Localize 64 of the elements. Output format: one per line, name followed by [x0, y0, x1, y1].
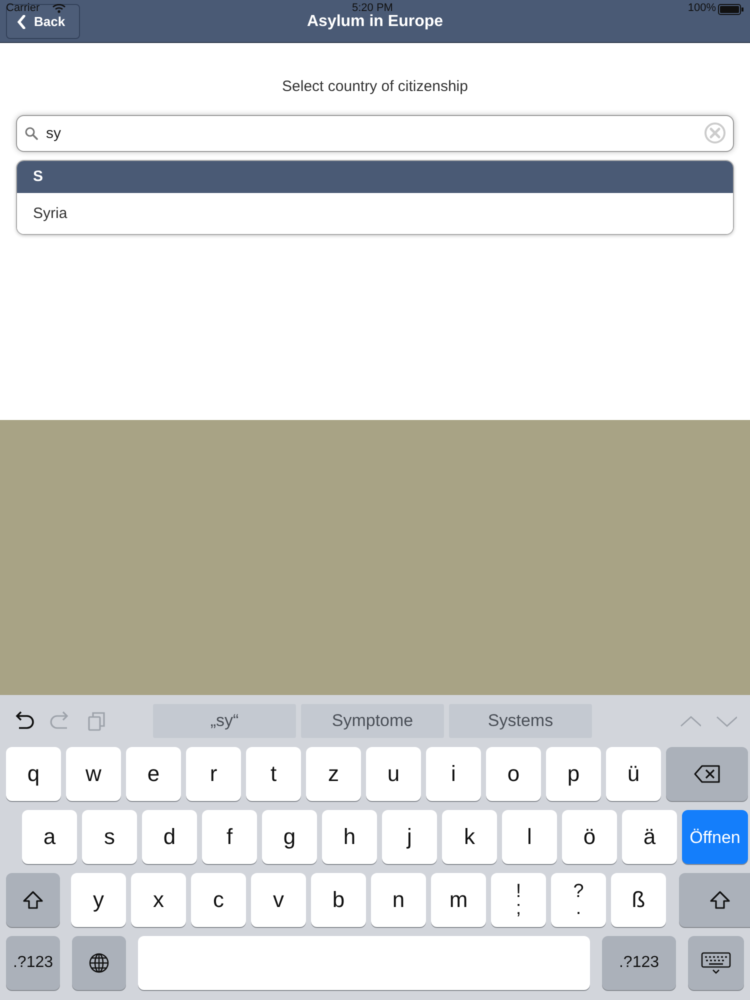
prompt-text: Select country of citizenship [281, 77, 469, 97]
letter-key[interactable]: u [366, 747, 421, 801]
search-field[interactable]: sy [16, 114, 734, 152]
key-label: ? [573, 882, 584, 900]
letter-key[interactable]: p [546, 747, 601, 801]
letter-key[interactable]: j [382, 810, 437, 864]
letter-key[interactable]: w [66, 747, 121, 801]
letter-key[interactable]: ö [562, 810, 617, 864]
letter-key[interactable]: d [142, 810, 197, 864]
letter-key[interactable]: ß [611, 873, 666, 927]
letter-key[interactable]: o [486, 747, 541, 801]
hide-keyboard-key[interactable] [688, 936, 744, 990]
letter-key[interactable]: i [426, 747, 481, 801]
list-item[interactable]: Syria [17, 192, 733, 234]
section-header: S [17, 160, 733, 192]
punctuation-key[interactable]: ! ; [491, 873, 546, 927]
letter-key[interactable]: f [202, 810, 257, 864]
letter-key[interactable]: g [262, 810, 317, 864]
shift-icon [709, 890, 731, 910]
suggestion-button[interactable]: „sy“ [153, 704, 296, 738]
letter-key[interactable]: y [71, 873, 126, 927]
letter-key[interactable]: x [131, 873, 186, 927]
letter-key[interactable]: m [431, 873, 486, 927]
letter-key[interactable]: v [251, 873, 306, 927]
back-chevron-icon [17, 14, 26, 28]
letter-key[interactable]: ä [622, 810, 677, 864]
key-label: ! [516, 882, 522, 900]
letter-key[interactable]: r [186, 747, 241, 801]
keyboard-icon [701, 952, 731, 974]
punctuation-key[interactable]: ? . [551, 873, 606, 927]
globe-icon [88, 952, 110, 974]
letter-key[interactable]: e [126, 747, 181, 801]
search-icon [25, 126, 38, 140]
carrier-label: Carrier [6, 2, 40, 14]
letter-key[interactable]: q [6, 747, 61, 801]
backspace-icon [693, 764, 721, 784]
battery-icon [718, 4, 744, 15]
key-label: ; [516, 900, 522, 918]
wifi-icon [52, 3, 66, 13]
letter-key[interactable]: z [306, 747, 361, 801]
letter-key[interactable]: s [82, 810, 137, 864]
letter-key[interactable]: n [371, 873, 426, 927]
backspace-key[interactable] [666, 747, 748, 801]
letter-key[interactable]: c [191, 873, 246, 927]
battery-percent: 100% [688, 2, 716, 14]
letter-key[interactable]: a [22, 810, 77, 864]
letter-key[interactable]: ü [606, 747, 661, 801]
letter-key[interactable]: t [246, 747, 301, 801]
letter-key[interactable]: l [502, 810, 557, 864]
letter-key[interactable]: k [442, 810, 497, 864]
clock-time: 5:20 PM [352, 2, 393, 14]
letter-key[interactable]: h [322, 810, 377, 864]
letter-key[interactable]: b [311, 873, 366, 927]
screen-title: Asylum in Europe [306, 13, 444, 30]
suggestion-button[interactable]: Systems [449, 704, 592, 738]
key-label: . [576, 900, 582, 918]
suggestion-button[interactable]: Symptome [301, 704, 444, 738]
shift-key[interactable] [6, 873, 60, 927]
shift-key[interactable] [679, 873, 750, 927]
numbers-key[interactable]: .?123 [6, 936, 60, 990]
shift-icon [22, 890, 44, 910]
numbers-key[interactable]: .?123 [602, 936, 676, 990]
open-key[interactable]: Öffnen [682, 810, 748, 864]
globe-key[interactable] [72, 936, 126, 990]
